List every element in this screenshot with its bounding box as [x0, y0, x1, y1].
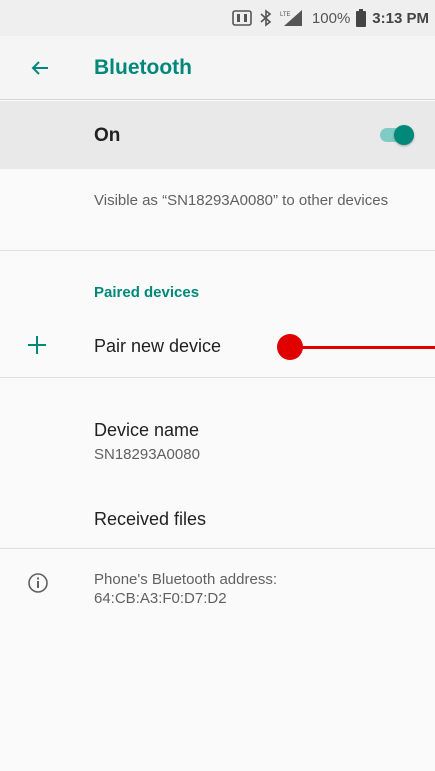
divider: [0, 548, 435, 549]
clock: 3:13 PM: [372, 9, 429, 27]
pair-new-device-button[interactable]: Pair new device: [94, 336, 221, 357]
received-files-item[interactable]: Received files: [94, 509, 206, 530]
lte-signal-icon: LTE: [280, 9, 304, 27]
bluetooth-icon: [260, 9, 272, 27]
bluetooth-toggle-row[interactable]: On: [0, 101, 435, 169]
visibility-text: Visible as “SN18293A0080” to other devic…: [94, 192, 389, 209]
divider: [0, 377, 435, 378]
plus-icon[interactable]: [26, 334, 48, 356]
bluetooth-address: Phone's Bluetooth address: 64:CB:A3:F0:D…: [94, 570, 414, 608]
switch-thumb: [394, 125, 414, 145]
page-title: Bluetooth: [94, 56, 192, 79]
device-name-title[interactable]: Device name: [94, 420, 199, 441]
bluetooth-address-value: 64:CB:A3:F0:D7:D2: [94, 590, 227, 607]
app-bar: Bluetooth: [0, 36, 435, 100]
info-icon: [27, 572, 49, 594]
svg-text:LTE: LTE: [280, 12, 291, 18]
arrow-back-icon[interactable]: [28, 56, 52, 80]
battery-icon: [356, 9, 367, 27]
toggle-label: On: [94, 125, 121, 146]
status-bar: LTE 100% 3:13 PM: [0, 0, 435, 36]
touch-marker-line: [300, 346, 435, 349]
battery-percent: 100%: [311, 9, 351, 27]
bluetooth-address-label: Phone's Bluetooth address:: [94, 571, 277, 588]
bluetooth-switch[interactable]: [380, 125, 418, 145]
nfc-icon: [232, 10, 252, 26]
divider: [0, 250, 435, 251]
section-header-paired-devices: Paired devices: [94, 284, 200, 301]
device-name-value: SN18293A0080: [94, 446, 200, 463]
